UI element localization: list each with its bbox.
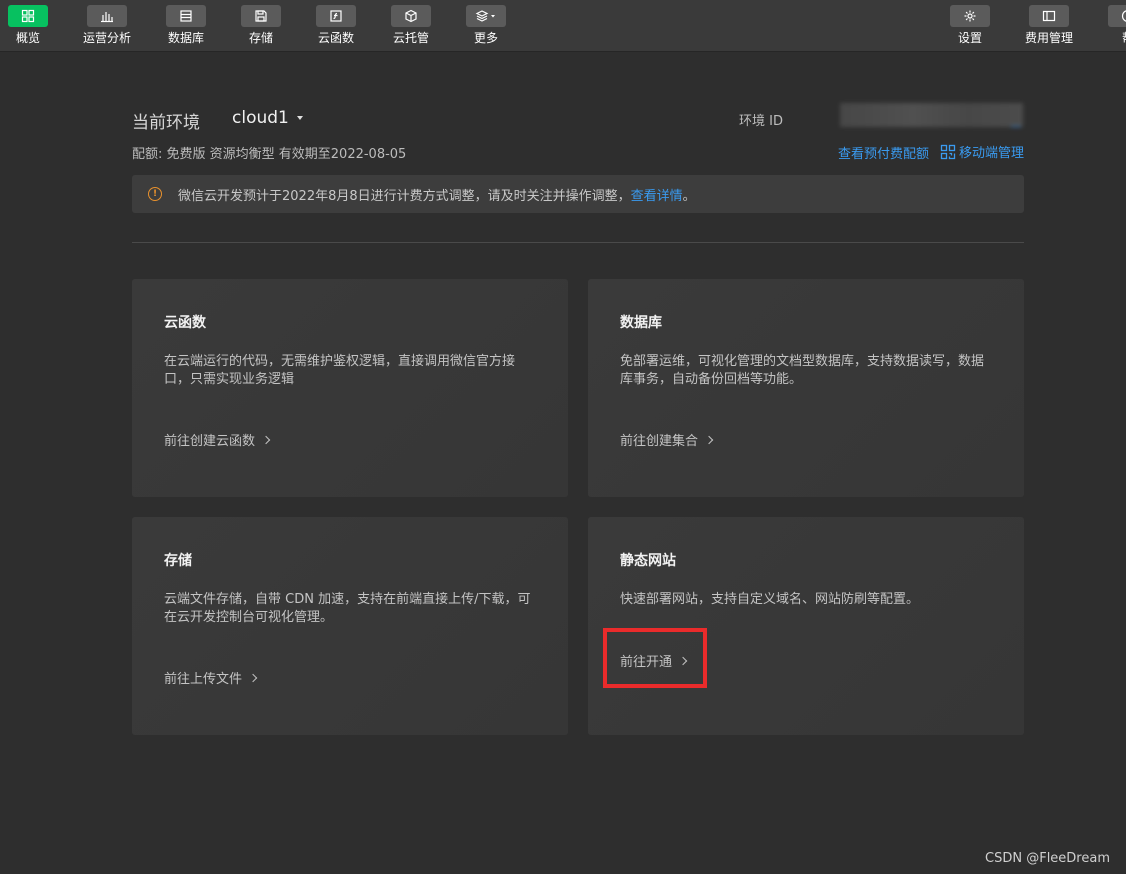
- notice-text: 微信云开发预计于2022年8月8日进行计费方式调整，请及时关注并操作调整，: [178, 188, 631, 204]
- card-description: 云端文件存储，自带 CDN 加速，支持在前端直接上传/下载，可在云开发控制台可视…: [164, 592, 531, 625]
- card-description: 快速部署网站，支持自定义域名、网站防刷等配置。: [620, 592, 920, 607]
- mobile-management-link[interactable]: 移动端管理: [940, 142, 1024, 161]
- chevron-right-icon: [261, 435, 271, 444]
- tool-label: 更多: [473, 31, 498, 45]
- card-storage: 存储 云端文件存储，自带 CDN 加速，支持在前端直接上传/下载，可在云开发控制…: [132, 517, 568, 735]
- chevron-right-icon: [248, 673, 258, 682]
- tool-hosting[interactable]: 云托管: [373, 0, 449, 52]
- notice-suffix: 。: [682, 188, 696, 204]
- create-collection-link[interactable]: 前往创建集合: [620, 430, 714, 449]
- billing-icon: [1029, 5, 1069, 27]
- tool-label: 云函数: [317, 31, 354, 45]
- upload-file-link[interactable]: 前往上传文件: [164, 668, 258, 687]
- card-cloud-functions: 云函数 在云端运行的代码，无需维护鉴权逻辑，直接调用微信官方接口，只需实现业务逻…: [132, 279, 568, 497]
- tool-label: 帮: [1122, 31, 1126, 45]
- card-action-label: 前往创建集合: [620, 434, 699, 449]
- tool-label: 费用管理: [1024, 31, 1073, 45]
- card-action-label: 前往上传文件: [164, 672, 243, 687]
- prepaid-quota-link[interactable]: 查看预付费配额: [838, 143, 929, 162]
- tool-label: 设置: [957, 31, 982, 45]
- qrcode-icon: [940, 144, 956, 159]
- layers-icon: [466, 5, 506, 27]
- env-id-label: 环境 ID: [739, 114, 783, 129]
- help-icon: [1108, 5, 1126, 27]
- card-action-label: 前往创建云函数: [164, 434, 256, 449]
- tool-label: 存储: [248, 31, 273, 45]
- card-title: 数据库: [620, 315, 662, 331]
- tool-analytics[interactable]: 运营分析: [69, 0, 145, 52]
- card-title: 静态网站: [620, 553, 676, 569]
- quota-config: 配额: 免费版 资源均衡型 有效期至2022-08-05: [132, 147, 407, 162]
- storage-icon: [241, 5, 281, 27]
- billing-notice: ! 微信云开发预计于2022年8月8日进行计费方式调整，请及时关注并操作调整， …: [132, 175, 1024, 213]
- create-function-link[interactable]: 前往创建云函数: [164, 430, 271, 449]
- env-name: cloud1: [232, 108, 289, 128]
- tool-label: 云托管: [392, 31, 429, 45]
- tool-billing[interactable]: 费用管理: [1011, 0, 1087, 52]
- gear-icon: [950, 5, 990, 27]
- env-id-redacted: [840, 103, 1023, 127]
- mobile-link-label: 移动端管理: [959, 146, 1025, 161]
- tool-overview[interactable]: 概览: [0, 0, 66, 52]
- annotation-highlight-box: [603, 628, 707, 688]
- card-description: 在云端运行的代码，无需维护鉴权逻辑，直接调用微信官方接口，只需实现业务逻辑: [164, 354, 516, 387]
- tool-label: 数据库: [167, 31, 204, 45]
- database-icon: [166, 5, 206, 27]
- tool-settings[interactable]: 设置: [932, 0, 1008, 52]
- watermark: CSDN @FleeDream: [985, 851, 1110, 866]
- caret-down-icon: [296, 116, 303, 120]
- grid-icon: [8, 5, 48, 27]
- top-toolbar: 概览 运营分析 数据库 存储 云函数 云托管 更多 设置 费用管理: [0, 0, 1126, 52]
- tool-storage[interactable]: 存储: [223, 0, 299, 52]
- chevron-right-icon: [704, 435, 714, 444]
- card-static-website: 静态网站 快速部署网站，支持自定义域名、网站防刷等配置。 前往开通: [588, 517, 1024, 735]
- cube-icon: [391, 5, 431, 27]
- card-title: 云函数: [164, 315, 206, 331]
- env-label: 当前环境: [132, 113, 200, 133]
- tool-more[interactable]: 更多: [448, 0, 524, 52]
- card-title: 存储: [164, 553, 192, 569]
- card-description: 免部署运维，可视化管理的文档型数据库，支持数据读写，数据库事务，自动备份回档等功…: [620, 354, 985, 387]
- tool-label: 运营分析: [82, 31, 131, 45]
- card-database: 数据库 免部署运维，可视化管理的文档型数据库，支持数据读写，数据库事务，自动备份…: [588, 279, 1024, 497]
- notice-details-link[interactable]: 查看详情: [631, 185, 683, 204]
- function-icon: [316, 5, 356, 27]
- warning-icon: !: [148, 187, 162, 201]
- tool-functions[interactable]: 云函数: [298, 0, 374, 52]
- tool-database[interactable]: 数据库: [148, 0, 224, 52]
- section-divider: [132, 242, 1024, 243]
- bar-chart-icon: [87, 5, 127, 27]
- tool-label: 概览: [15, 31, 40, 45]
- env-selector[interactable]: cloud1: [232, 108, 303, 128]
- tool-help[interactable]: 帮: [1090, 0, 1126, 52]
